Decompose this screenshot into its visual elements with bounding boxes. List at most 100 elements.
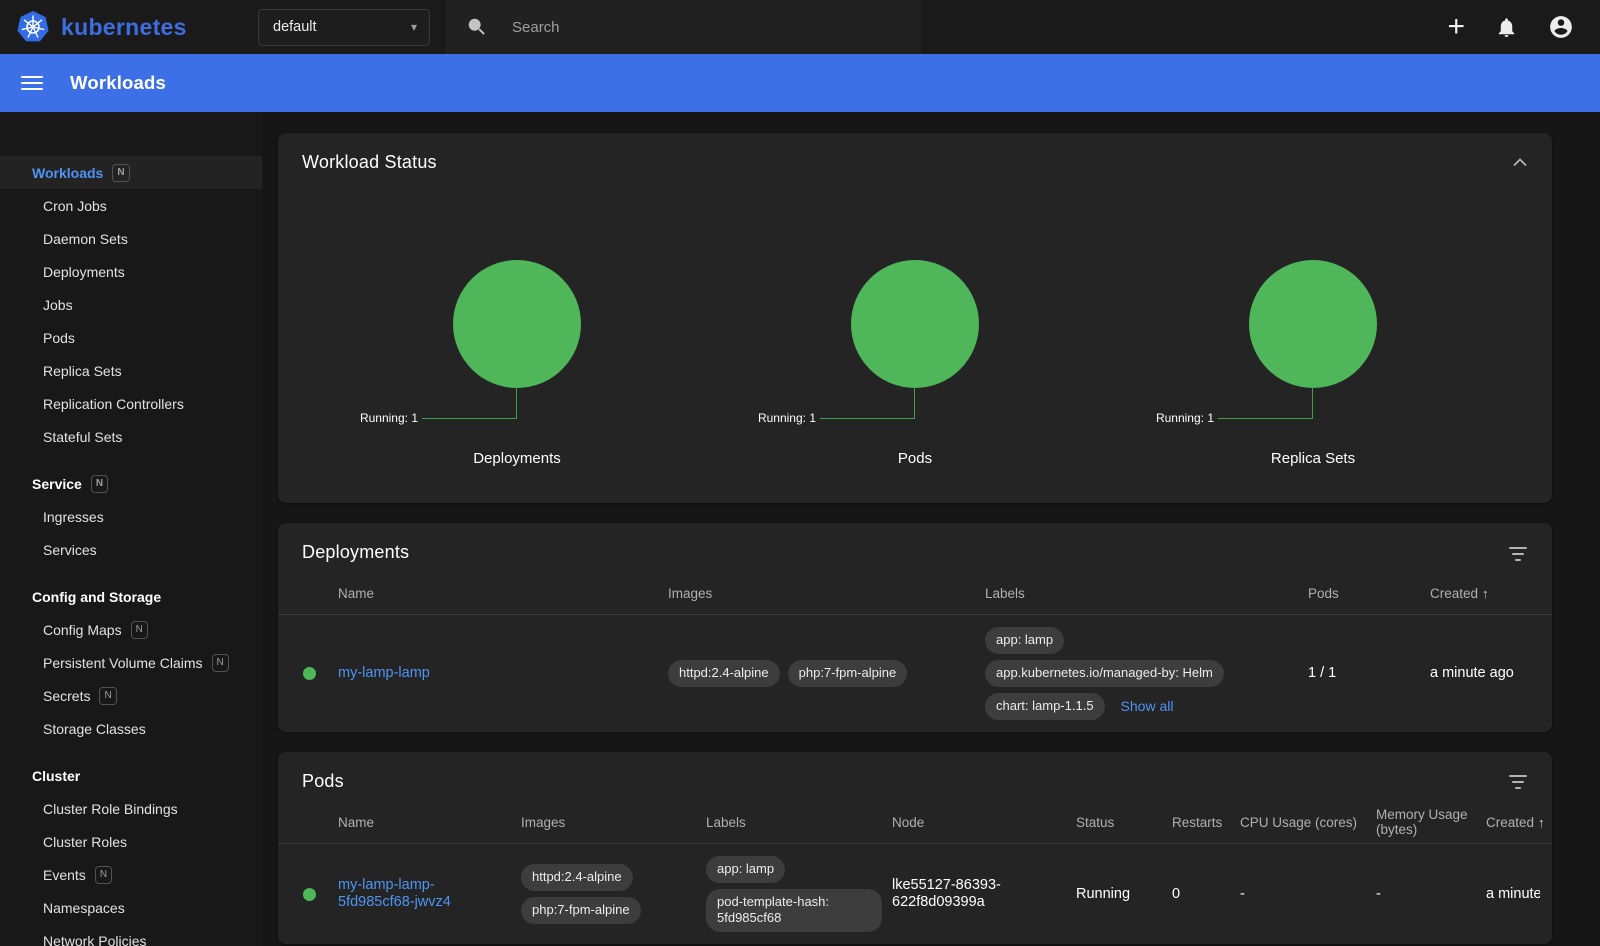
pod-status: Running <box>1076 886 1172 902</box>
sidebar-item-deployments[interactable]: Deployments <box>0 255 262 288</box>
pods-table-header: Name Images Labels Node Status Restarts … <box>278 802 1552 844</box>
label-chip: app: lamp <box>706 856 785 883</box>
filter-icon[interactable] <box>1508 545 1528 561</box>
kubernetes-logo <box>16 10 50 44</box>
pod-restarts: 0 <box>1172 886 1240 902</box>
sidebar-item-config-maps[interactable]: Config Maps N <box>0 613 262 646</box>
kubernetes-brand[interactable]: kubernetes <box>16 10 258 44</box>
sidebar-item-events[interactable]: Events N <box>0 858 262 891</box>
deployments-table-header: Name Images Labels Pods Created↑ <box>278 573 1552 615</box>
sidebar-item-ingresses[interactable]: Ingresses <box>0 500 262 533</box>
sidebar-item-cron-jobs[interactable]: Cron Jobs <box>0 189 262 222</box>
namespaced-badge: N <box>99 687 116 705</box>
sidebar-item-cluster[interactable]: Cluster <box>0 759 262 792</box>
namespaced-badge: N <box>112 164 129 182</box>
workload-chart-pods: Running: 1 Pods <box>716 260 1114 467</box>
sidebar-item-service[interactable]: Service N <box>0 467 262 500</box>
sidebar-item-label: Network Policies <box>43 933 146 946</box>
sidebar-item-cluster-roles[interactable]: Cluster Roles <box>0 825 262 858</box>
column-header-memory: Memory Usage (bytes) <box>1376 807 1486 837</box>
sidebar-item-cluster-role-bindings[interactable]: Cluster Role Bindings <box>0 792 262 825</box>
namespaced-badge: N <box>131 621 148 639</box>
legend-connector <box>820 387 915 419</box>
column-header-images: Images <box>521 815 706 830</box>
sidebar-item-replica-sets[interactable]: Replica Sets <box>0 354 262 387</box>
label-chip: app: lamp <box>985 627 1064 654</box>
collapse-chevron-up-icon[interactable] <box>1512 158 1528 167</box>
sidebar-item-network-policies[interactable]: Network Policies <box>0 924 262 946</box>
sidebar-item-label: Persistent Volume Claims <box>43 655 203 671</box>
deployment-row: my-lamp-lamp httpd:2.4-alpine php:7-fpm-… <box>278 615 1552 732</box>
topbar-actions: + <box>1447 12 1584 42</box>
search-bar[interactable] <box>446 0 921 54</box>
sidebar-item-label: Pods <box>43 330 75 346</box>
sidebar-item-jobs[interactable]: Jobs <box>0 288 262 321</box>
chart-title: Deployments <box>473 450 561 467</box>
image-chip: httpd:2.4-alpine <box>668 660 780 687</box>
account-icon[interactable] <box>1548 14 1574 40</box>
namespace-selector[interactable]: default ▾ <box>258 9 430 46</box>
sidebar-item-label: Storage Classes <box>43 721 146 737</box>
sidebar-item-label: Stateful Sets <box>43 429 122 445</box>
column-header-name[interactable]: Name <box>338 586 668 601</box>
sidebar-item-stateful-sets[interactable]: Stateful Sets <box>0 420 262 453</box>
sort-asc-icon: ↑ <box>1482 586 1489 601</box>
notifications-bell-icon[interactable] <box>1495 16 1518 39</box>
legend-connector <box>1218 387 1313 419</box>
label-chip: app.kubernetes.io/managed-by: Helm <box>985 660 1224 687</box>
image-chip: php:7-fpm-alpine <box>521 897 641 924</box>
legend-label: Running: 1 <box>1156 411 1214 425</box>
label-chip: pod-template-hash: 5fd985cf68 <box>706 889 882 933</box>
sidebar-item-persistent-volume-claims[interactable]: Persistent Volume Claims N <box>0 646 262 679</box>
running-pie <box>851 260 979 388</box>
pods-ratio: 1 / 1 <box>1308 665 1430 681</box>
namespaced-badge: N <box>95 866 112 884</box>
sidebar-item-replication-controllers[interactable]: Replication Controllers <box>0 387 262 420</box>
namespaced-badge: N <box>212 654 229 672</box>
chart-title: Replica Sets <box>1271 450 1355 467</box>
sidebar-item-label: Cluster Role Bindings <box>43 801 178 817</box>
workload-status-card: Workload Status Running: 1 Deployments <box>278 133 1552 503</box>
sidebar-item-pods[interactable]: Pods <box>0 321 262 354</box>
sidebar-item-label: Deployments <box>43 264 125 280</box>
card-title: Pods <box>302 771 344 792</box>
page-title: Workloads <box>70 72 166 94</box>
column-header-created[interactable]: Created↑ <box>1486 815 1555 830</box>
label-chip: chart: lamp-1.1.5 <box>985 693 1105 720</box>
main-content: Workload Status Running: 1 Deployments <box>262 112 1600 946</box>
pod-name-link[interactable]: my-lamp-lamp-5fd985cf68-jwvz4 <box>338 877 511 910</box>
legend-label: Running: 1 <box>360 411 418 425</box>
sidebar-item-label: Ingresses <box>43 509 104 525</box>
deployments-card: Deployments Name Images Labels Pods Crea… <box>278 523 1552 732</box>
sidebar-item-services[interactable]: Services <box>0 533 262 566</box>
sidebar-item-label: Namespaces <box>43 900 125 916</box>
sidebar-item-storage-classes[interactable]: Storage Classes <box>0 712 262 745</box>
running-pie <box>453 260 581 388</box>
filter-icon[interactable] <box>1508 773 1528 789</box>
column-header-name[interactable]: Name <box>338 815 521 830</box>
brand-name: kubernetes <box>61 14 187 41</box>
sidebar-item-workloads[interactable]: Workloads N <box>0 156 262 189</box>
column-header-created[interactable]: Created↑ <box>1430 586 1540 601</box>
sidebar-item-config-and-storage[interactable]: Config and Storage <box>0 580 262 613</box>
column-header-status-text: Status <box>1076 815 1172 830</box>
workload-chart-replica-sets: Running: 1 Replica Sets <box>1114 260 1512 467</box>
column-header-cpu: CPU Usage (cores) <box>1240 815 1376 830</box>
sidebar-item-namespaces[interactable]: Namespaces <box>0 891 262 924</box>
search-input[interactable] <box>512 19 901 36</box>
sidebar-item-secrets[interactable]: Secrets N <box>0 679 262 712</box>
create-resource-icon[interactable]: + <box>1447 12 1465 42</box>
sidebar-item-label: Replica Sets <box>43 363 122 379</box>
show-all-link[interactable]: Show all <box>1121 698 1174 714</box>
deployment-name-link[interactable]: my-lamp-lamp <box>338 665 430 681</box>
sidebar-item-label: Daemon Sets <box>43 231 128 247</box>
column-header-label: Created <box>1486 815 1534 830</box>
sidebar-item-daemon-sets[interactable]: Daemon Sets <box>0 222 262 255</box>
legend-label: Running: 1 <box>758 411 816 425</box>
sidebar-item-label: Cluster Roles <box>43 834 127 850</box>
search-icon <box>466 16 488 38</box>
node-name: lke55127-86393-622f8d09399a <box>892 877 1076 912</box>
workload-chart-deployments: Running: 1 Deployments <box>318 260 716 467</box>
column-header-images: Images <box>668 586 985 601</box>
menu-icon[interactable] <box>21 76 43 90</box>
